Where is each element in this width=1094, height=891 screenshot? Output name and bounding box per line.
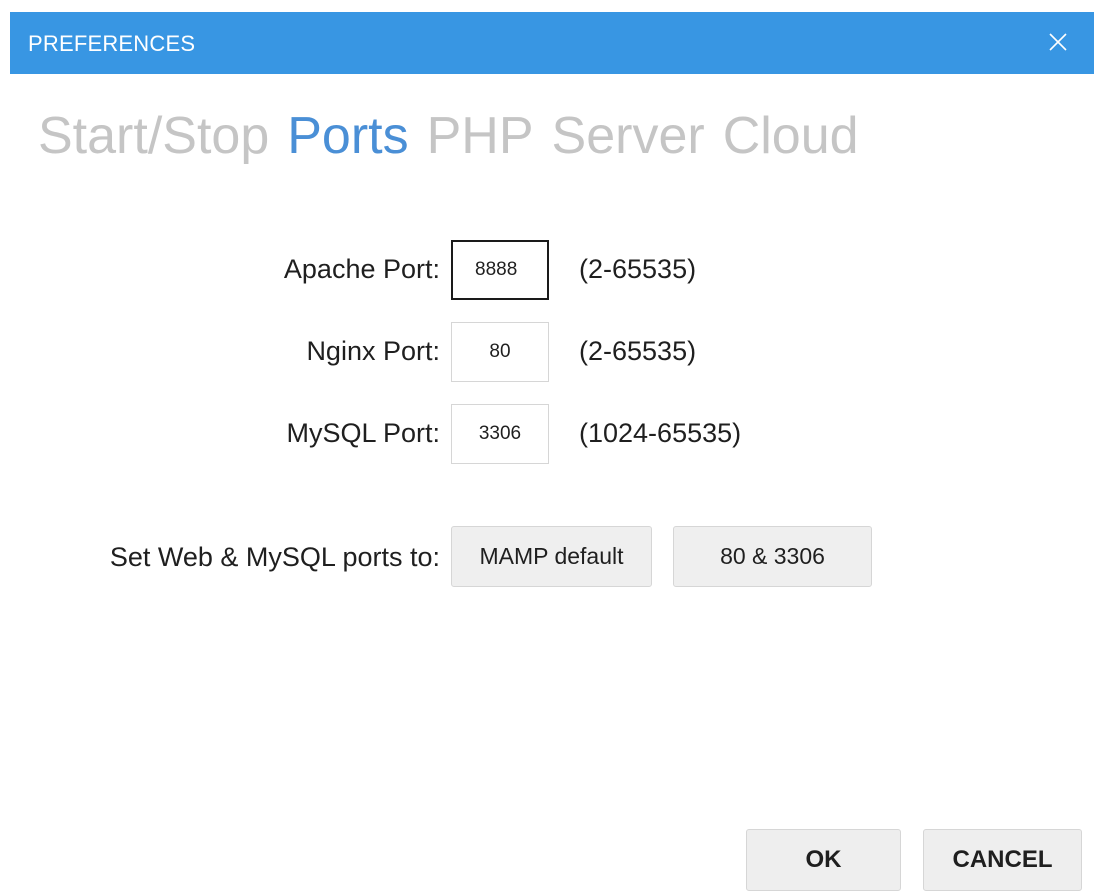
- tab-cloud[interactable]: Cloud: [723, 106, 859, 176]
- apache-port-input[interactable]: 8888: [451, 240, 549, 300]
- mysql-port-label: MySQL Port:: [286, 418, 440, 448]
- cancel-button[interactable]: CANCEL: [923, 829, 1082, 891]
- mysql-port-input[interactable]: 3306: [451, 404, 549, 464]
- mysql-port-row: MySQL Port: 3306 (1024-65535): [10, 404, 910, 464]
- nginx-port-input[interactable]: 80: [451, 322, 549, 382]
- apache-port-row: Apache Port: 8888 (2-65535): [10, 240, 910, 300]
- nginx-port-range: (2-65535): [579, 336, 697, 366]
- standard-ports-button[interactable]: 80 & 3306: [673, 526, 872, 587]
- apache-port-range: (2-65535): [579, 254, 697, 284]
- title-bar: PREFERENCES: [10, 12, 1094, 74]
- mamp-default-button[interactable]: MAMP default: [451, 526, 652, 587]
- preset-row: Set Web & MySQL ports to: MAMP default 8…: [10, 526, 910, 587]
- nginx-port-row: Nginx Port: 80 (2-65535): [10, 322, 910, 382]
- ok-button[interactable]: OK: [746, 829, 901, 891]
- preset-label: Set Web & MySQL ports to:: [109, 542, 440, 572]
- tab-ports[interactable]: Ports: [287, 106, 408, 176]
- close-icon[interactable]: [1044, 28, 1072, 56]
- nginx-port-label: Nginx Port:: [306, 336, 440, 366]
- preference-tabs: Start/Stop Ports PHP Server Cloud: [38, 106, 877, 176]
- mysql-port-range: (1024-65535): [579, 418, 742, 448]
- window-title: PREFERENCES: [28, 31, 196, 56]
- tab-server[interactable]: Server: [552, 106, 705, 176]
- apache-port-label: Apache Port:: [283, 254, 440, 284]
- tab-php[interactable]: PHP: [427, 106, 534, 176]
- tab-start-stop[interactable]: Start/Stop: [38, 106, 269, 176]
